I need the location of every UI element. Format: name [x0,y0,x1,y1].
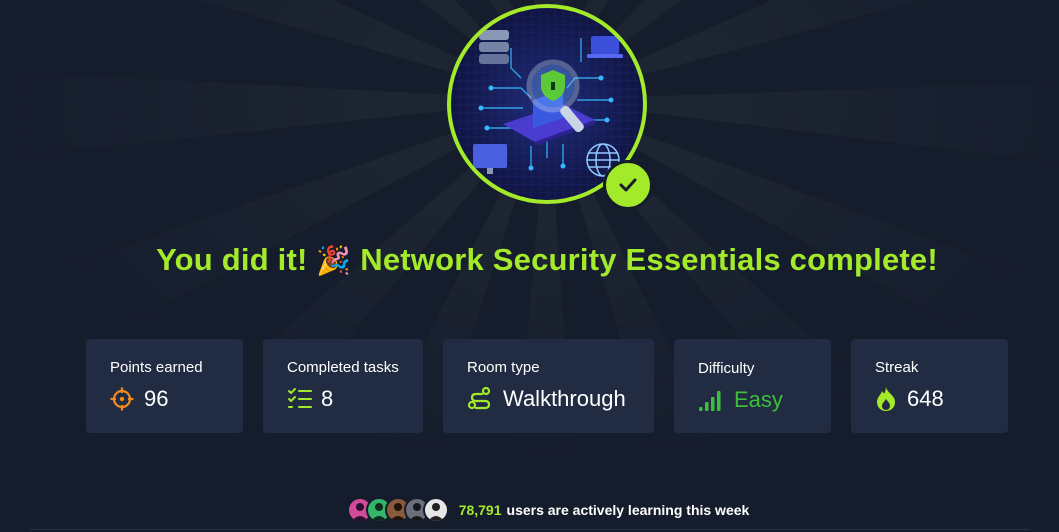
stat-label: Points earned [110,359,203,376]
avatar [422,497,449,523]
completion-heading: You did it! 🎉 Network Security Essential… [0,242,1059,278]
party-popper-icon: 🎉 [316,245,352,276]
avatar-group [346,497,449,523]
stat-card-points: Points earned 96 [86,339,243,433]
stat-value: 96 [144,386,169,411]
divider [30,529,1029,530]
stat-card-room-type: Room type Walkthrough [443,339,654,433]
stat-label: Difficulty [698,360,755,377]
learner-count: 78,791 [458,502,502,518]
difficulty-value: Easy [734,387,783,412]
stat-label: Streak [875,359,919,376]
checkmark-icon [603,160,653,210]
stat-label: Completed tasks [287,359,399,376]
fire-icon [877,387,895,411]
stat-label: Room type [467,359,540,376]
completion-prefix: You did it! [156,242,308,277]
learner-text: users are actively learning this week [506,502,750,518]
stat-value: Walkthrough [503,386,626,411]
stat-value: 648 [907,386,944,411]
active-learners: 78,791 users are actively learning this … [0,497,1059,523]
room-badge [447,4,653,210]
signal-bars-icon [699,391,721,411]
target-icon [110,387,134,411]
checklist-icon [288,388,312,408]
stat-card-streak: Streak 648 [851,339,1008,433]
completion-room-name: Network Security Essentials complete! [360,242,938,277]
stat-value: 8 [321,386,334,411]
stat-card-tasks: Completed tasks 8 [263,339,423,433]
stat-card-difficulty: Difficulty Easy [674,339,831,433]
route-icon [467,386,491,410]
